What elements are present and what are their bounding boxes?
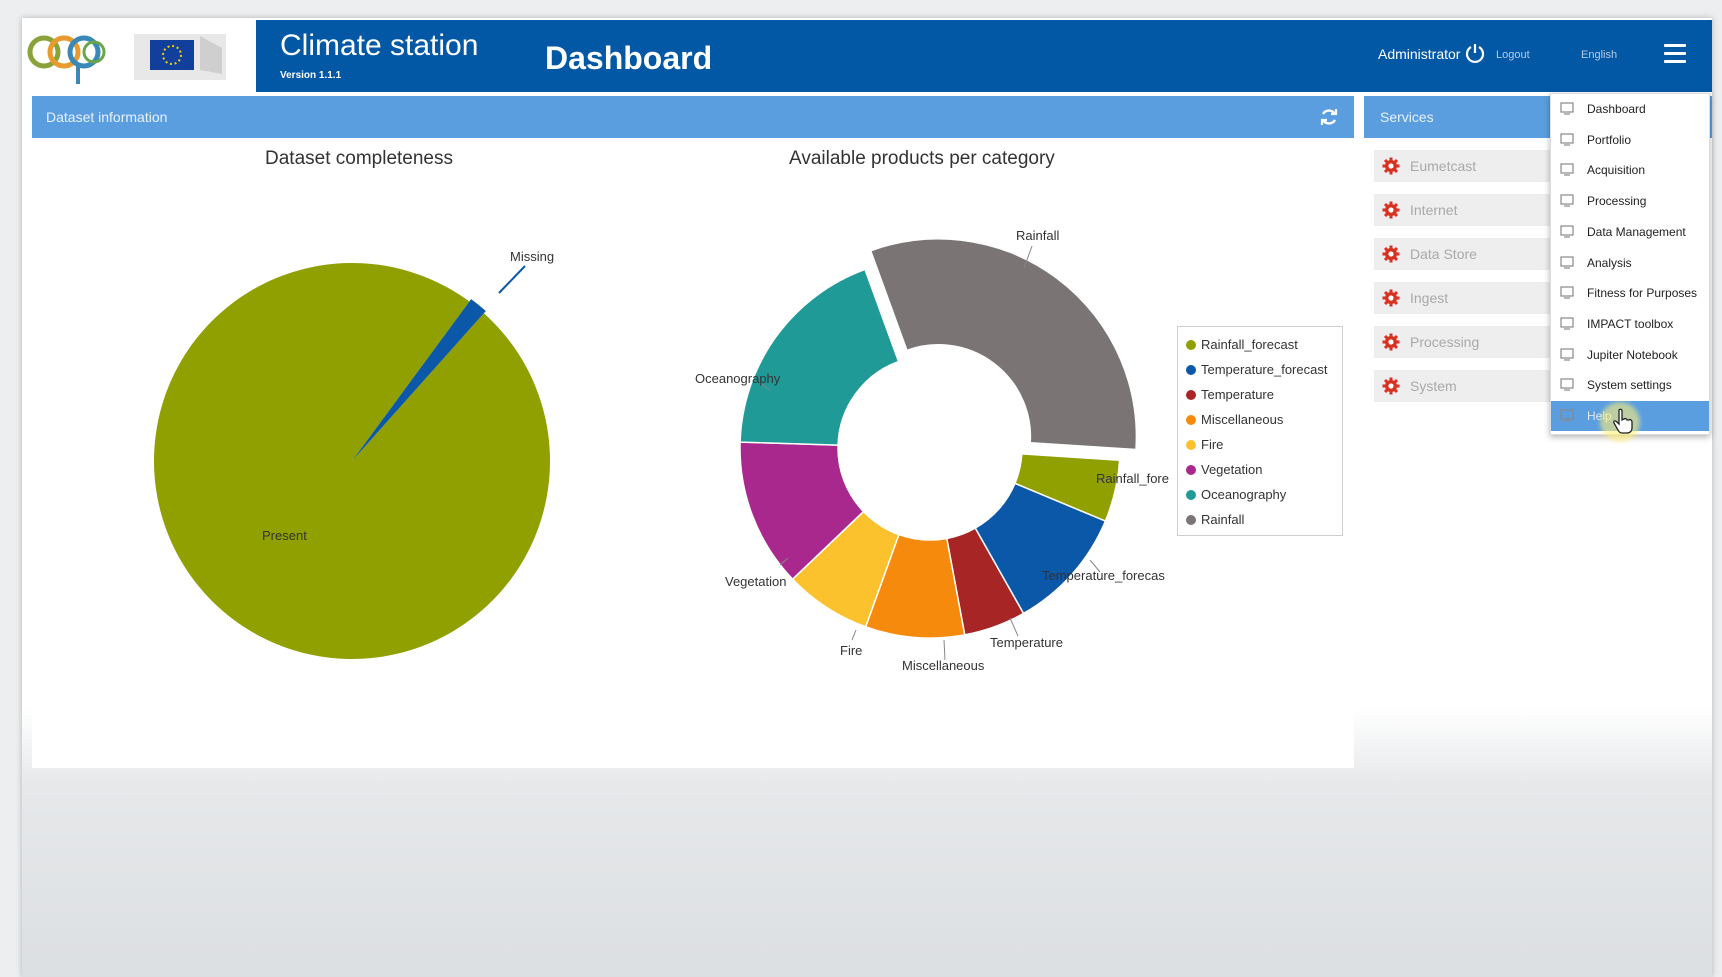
processing-icon: [1560, 194, 1574, 207]
legend-item[interactable]: Oceanography: [1186, 487, 1286, 502]
donut-slice-oceanography[interactable]: [739, 268, 900, 446]
donut-label-oceanography: Oceanography: [695, 371, 781, 386]
legend-item[interactable]: Rainfall: [1186, 512, 1244, 527]
hand-pointer-icon: [1613, 408, 1633, 434]
database-icon: [1560, 317, 1574, 330]
menu-item-label: Portfolio: [1587, 132, 1632, 147]
legend-item[interactable]: Temperature_forecast: [1186, 362, 1327, 377]
legend-label: Temperature: [1201, 387, 1274, 402]
service-item[interactable]: Internet: [1374, 194, 1574, 226]
legend-dot: [1186, 340, 1196, 350]
menu-item-label: Data Management: [1587, 224, 1686, 239]
gear-icon: [1382, 157, 1400, 175]
legend-dot: [1186, 415, 1196, 425]
legend-label: Temperature_forecast: [1201, 362, 1328, 377]
donut-label-miscellaneous: Miscellaneous: [902, 658, 985, 673]
menu-item-label: System settings: [1587, 378, 1672, 393]
legend-dot: [1186, 465, 1196, 475]
legend-dot: [1186, 440, 1196, 450]
menu-item[interactable]: Dashboard: [1551, 94, 1709, 124]
settings-icon: [1560, 378, 1574, 391]
legend-label: Miscellaneous: [1201, 412, 1284, 427]
menu-item[interactable]: Analysis: [1551, 248, 1709, 278]
donut-label-rainfall-forecast: Rainfall_fore: [1096, 471, 1169, 486]
menu-item[interactable]: Jupiter Notebook: [1551, 340, 1709, 370]
legend-label: Rainfall: [1201, 512, 1245, 527]
legend-item[interactable]: Temperature: [1186, 387, 1274, 402]
service-label: Data Store: [1410, 246, 1477, 262]
acquisition-icon: [1560, 163, 1574, 176]
donut-label-vegetation: Vegetation: [725, 574, 786, 589]
gear-icon: [1382, 201, 1400, 219]
menu-item-label: Jupiter Notebook: [1587, 347, 1678, 362]
menu-item-label: Fitness for Purposes: [1587, 286, 1698, 301]
donut-label-temperature: Temperature: [990, 635, 1063, 650]
legend-label: Rainfall_forecast: [1201, 337, 1298, 352]
legend-item[interactable]: Vegetation: [1186, 462, 1262, 477]
donut-label-temperature-forecast: Temperature_forecas: [1042, 568, 1165, 583]
line-chart-icon: [1560, 286, 1574, 299]
service-item[interactable]: Data Store: [1374, 238, 1574, 270]
legend-item[interactable]: Fire: [1186, 437, 1223, 452]
service-label: Ingest: [1410, 290, 1449, 306]
service-label: Eumetcast: [1410, 158, 1477, 174]
gear-icon: [1382, 245, 1400, 263]
menu-item-label: Analysis: [1587, 255, 1632, 270]
legend-label: Vegetation: [1201, 462, 1263, 477]
gear-icon: [1382, 377, 1400, 395]
menu-item-label: IMPACT toolbox: [1587, 316, 1674, 331]
main-dropdown-menu: Dashboard Portfolio Acquisition Processing D…: [1550, 93, 1710, 435]
donut-label-fire: Fire: [840, 643, 862, 658]
menu-item[interactable]: Fitness for Purposes: [1551, 278, 1709, 308]
menu-item-label: Acquisition: [1587, 163, 1646, 178]
legend-item[interactable]: Miscellaneous: [1186, 412, 1283, 427]
service-item[interactable]: Ingest: [1374, 282, 1574, 314]
service-label: Internet: [1410, 202, 1458, 218]
gear-icon: [1382, 289, 1400, 307]
service-item[interactable]: Eumetcast: [1374, 150, 1574, 182]
menu-item[interactable]: System settings: [1551, 370, 1709, 400]
donut-slice-rainfall[interactable]: [869, 238, 1138, 451]
help-icon: [1560, 409, 1574, 422]
menu-item[interactable]: Portfolio: [1551, 125, 1709, 155]
service-item[interactable]: Processing: [1374, 326, 1574, 358]
monitor-icon: [1560, 102, 1574, 115]
legend-item[interactable]: Rainfall_forecast: [1186, 337, 1298, 352]
sitemap-icon: [1560, 225, 1574, 238]
menu-item-label: Dashboard: [1587, 102, 1646, 116]
legend-dot: [1186, 515, 1196, 525]
menu-item[interactable]: Processing: [1551, 186, 1709, 216]
menu-item-label: Processing: [1587, 194, 1647, 209]
services-panel-title: Services: [1380, 109, 1434, 125]
legend-dot: [1186, 365, 1196, 375]
menu-item[interactable]: Acquisition: [1551, 155, 1709, 185]
chart-legend: Rainfall_forecast Temperature_forecast Tem…: [1177, 326, 1343, 536]
legend-dot: [1186, 390, 1196, 400]
notebook-icon: [1560, 347, 1574, 361]
bar-chart-icon: [1560, 255, 1574, 269]
menu-item[interactable]: IMPACT toolbox: [1551, 309, 1709, 339]
menu-item[interactable]: Data Management: [1551, 217, 1709, 247]
service-label: Processing: [1410, 334, 1480, 350]
legend-label: Oceanography: [1201, 487, 1287, 502]
portfolio-icon: [1560, 133, 1574, 146]
legend-label: Fire: [1201, 437, 1224, 452]
legend-dot: [1186, 490, 1196, 500]
service-item[interactable]: System: [1374, 370, 1574, 402]
service-label: System: [1410, 378, 1457, 394]
gear-icon: [1382, 333, 1400, 351]
donut-label-rainfall: Rainfall: [1016, 228, 1059, 243]
